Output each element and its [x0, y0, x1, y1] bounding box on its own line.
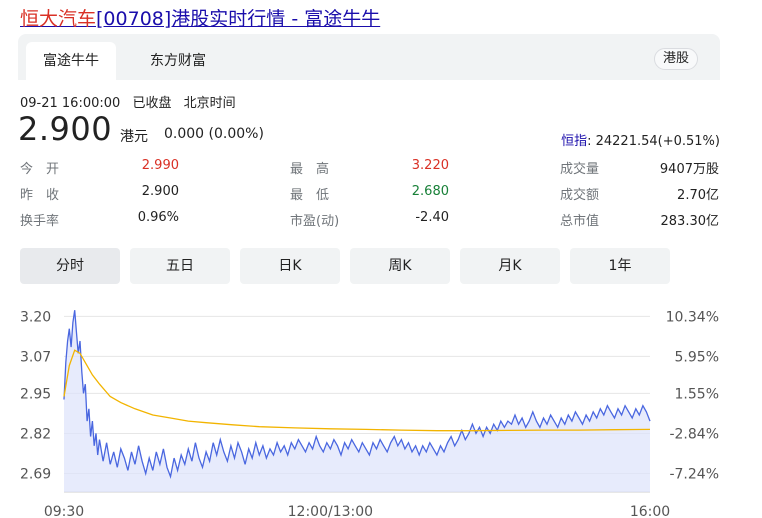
stat-value: 283.30亿	[660, 214, 720, 229]
timezone-label: 北京时间	[183, 96, 236, 111]
intraday-chart: 3.20 10.34% 3.07 5.95% 2.95 1.55% 2.82 -2.84% 2.…	[20, 309, 719, 518]
currency-label: 港元	[120, 129, 148, 145]
index-value: : 24221.54(+0.51%)	[587, 134, 720, 149]
stat-value: 9407万股	[659, 162, 719, 177]
index-name-link[interactable]: 恒指	[561, 134, 587, 149]
stat-value: 2.70亿	[677, 188, 719, 203]
price-change: 0.000 (0.00%)	[164, 126, 264, 142]
stats-row: 昨 收 2.900 最 低 2.680 成交额 2.70亿	[18, 184, 720, 206]
y-tick-label: 3.20	[20, 309, 51, 325]
source-tabbar: 富途牛牛 东方财富 港股	[18, 34, 720, 80]
stat-value: 0.96%	[137, 210, 179, 225]
y-pct-label: 10.34%	[666, 309, 719, 325]
price-area	[64, 310, 650, 492]
page-title-link[interactable]: 恒大汽车[00708]港股实时行情 - 富途牛牛	[20, 4, 380, 31]
tab-weekly-k[interactable]: 周K	[350, 248, 450, 284]
stat-label: 今 开	[20, 162, 60, 177]
x-tick-label: 09:30	[44, 504, 84, 518]
stat-value: -2.40	[415, 210, 449, 225]
title-rest: [00708]港股实时行情 - 富途牛牛	[96, 8, 381, 30]
y-pct-label: 1.55%	[675, 386, 719, 402]
title-highlight: 恒大汽车	[20, 8, 97, 30]
y-pct-label: -7.24%	[669, 467, 719, 483]
quote-meta: 09-21 16:00:00 已收盘 北京时间	[20, 92, 244, 111]
stat-value: 2.990	[141, 158, 179, 173]
y-tick-label: 2.69	[20, 467, 51, 483]
stats-row: 今 开 2.990 最 高 3.220 成交量 9407万股	[18, 158, 720, 180]
stock-card: 富途牛牛 东方财富 港股 09-21 16:00:00 已收盘 北京时间 2.9…	[18, 34, 720, 518]
stat-label: 市盈(动)	[290, 214, 340, 229]
tab-intraday[interactable]: 分时	[20, 248, 120, 284]
x-tick-label: 16:00	[630, 504, 670, 518]
stat-label: 成交额	[560, 188, 600, 203]
y-pct-label: 5.95%	[675, 349, 719, 365]
stat-value: 3.220	[411, 158, 449, 173]
stat-label: 成交量	[560, 162, 600, 177]
tab-daily-k[interactable]: 日K	[240, 248, 340, 284]
stat-label: 最 高	[290, 162, 330, 177]
stat-value: 2.900	[141, 184, 179, 199]
stat-value: 2.680	[411, 184, 449, 199]
quote-datetime: 09-21 16:00:00	[20, 96, 121, 111]
market-chip[interactable]: 港股	[653, 48, 698, 70]
stat-label: 最 低	[290, 188, 330, 203]
index-quote: 恒指: 24221.54(+0.51%)	[561, 130, 720, 149]
x-tick-label: 12:00/13:00	[288, 504, 373, 518]
current-price: 2.900	[18, 110, 113, 148]
stat-label: 总市值	[560, 214, 600, 229]
y-tick-label: 3.07	[20, 349, 51, 365]
tab-eastmoney[interactable]: 东方财富	[130, 42, 226, 80]
y-pct-label: -2.84%	[669, 426, 719, 442]
stat-label: 昨 收	[20, 188, 60, 203]
y-tick-label: 2.82	[20, 426, 51, 442]
tab-monthly-k[interactable]: 月K	[460, 248, 560, 284]
tab-five-day[interactable]: 五日	[130, 248, 230, 284]
stat-label: 换手率	[20, 214, 60, 229]
tab-one-year[interactable]: 1年	[570, 248, 670, 284]
y-tick-label: 2.95	[20, 386, 51, 402]
stats-row: 换手率 0.96% 市盈(动) -2.40 总市值 283.30亿	[18, 210, 720, 232]
market-status: 已收盘	[132, 96, 172, 111]
tab-futu[interactable]: 富途牛牛	[26, 42, 116, 80]
